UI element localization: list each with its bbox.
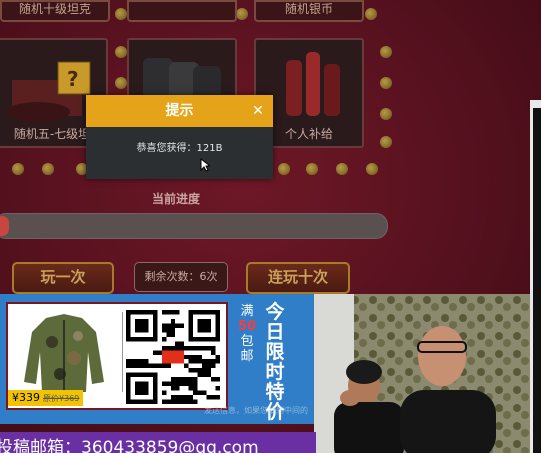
footer-text: 投稿邮箱：360433859@qq.com	[0, 438, 259, 453]
light-dot	[278, 163, 290, 175]
light-dot	[306, 163, 318, 175]
side-panel	[533, 108, 541, 453]
card-top-right[interactable]: 随机银币	[254, 0, 364, 22]
contact-footer: 投稿邮箱：360433859@qq.com	[0, 432, 316, 453]
light-dot	[380, 77, 392, 89]
ad-banner[interactable]: ¥339 原价¥369 满 50 包邮 今日限时特价 发送信息，如果您抽到中间的	[0, 294, 315, 424]
light-dot	[42, 163, 54, 175]
promo-amount: 50	[237, 319, 257, 334]
current-price: ¥339	[12, 391, 40, 404]
card-top-middle[interactable]	[127, 0, 237, 22]
background-game-text: 发送信息，如果您抽到中间的	[204, 406, 308, 415]
light-dot	[365, 8, 377, 20]
promo-title: 今日限时特价	[265, 301, 285, 423]
progress-bar	[0, 213, 388, 239]
card-top-right-label: 随机银币	[284, 2, 333, 16]
light-dot	[236, 8, 248, 20]
light-dot	[380, 46, 392, 58]
game-screen: 随机十级坦克 随机银币 ? 随机五-七级坦 个人补给 当前进度 玩一次 剩余次数…	[0, 0, 541, 453]
divider	[122, 312, 123, 392]
light-dot	[380, 136, 392, 148]
light-dot	[380, 108, 392, 120]
card-top-left-label: 随机十级坦克	[18, 2, 91, 16]
remaining-count: 剩余次数：6次	[134, 262, 228, 292]
promo-full: 满	[240, 304, 254, 319]
light-dot	[366, 163, 378, 175]
dialog-title: 提示	[165, 103, 194, 119]
svg-text:?: ?	[67, 67, 79, 91]
dialog-header: 提示 ✕	[86, 95, 273, 127]
webcam-video	[314, 294, 530, 453]
progress-label: 当前进度	[152, 192, 201, 206]
mouse-cursor-icon	[200, 158, 210, 172]
promo-badge: 满 50 包邮	[236, 304, 258, 364]
promo-unit: 包邮	[240, 334, 254, 364]
original-price: 原价¥369	[43, 394, 80, 403]
close-icon[interactable]: ✕	[251, 95, 265, 127]
card-top-left[interactable]: 随机十级坦克	[0, 0, 110, 22]
play-once-button[interactable]: 玩一次	[12, 262, 114, 294]
light-dot	[336, 163, 348, 175]
light-dot	[115, 46, 127, 58]
progress-fill	[0, 216, 9, 236]
jacket-product-image	[24, 314, 104, 392]
dialog-message: 恭喜您获得：121B	[136, 143, 223, 154]
ad-product-box: ¥339 原价¥369	[6, 302, 228, 410]
notice-dialog: 提示 ✕ 恭喜您获得：121B	[86, 95, 273, 179]
price-tag: ¥339 原价¥369	[8, 390, 84, 406]
light-dot	[115, 77, 127, 89]
streamers-video-frame	[314, 294, 530, 453]
play-ten-button[interactable]: 连玩十次	[246, 262, 350, 294]
qr-code-icon	[126, 310, 220, 404]
light-dot	[115, 8, 127, 20]
light-dot	[12, 163, 24, 175]
